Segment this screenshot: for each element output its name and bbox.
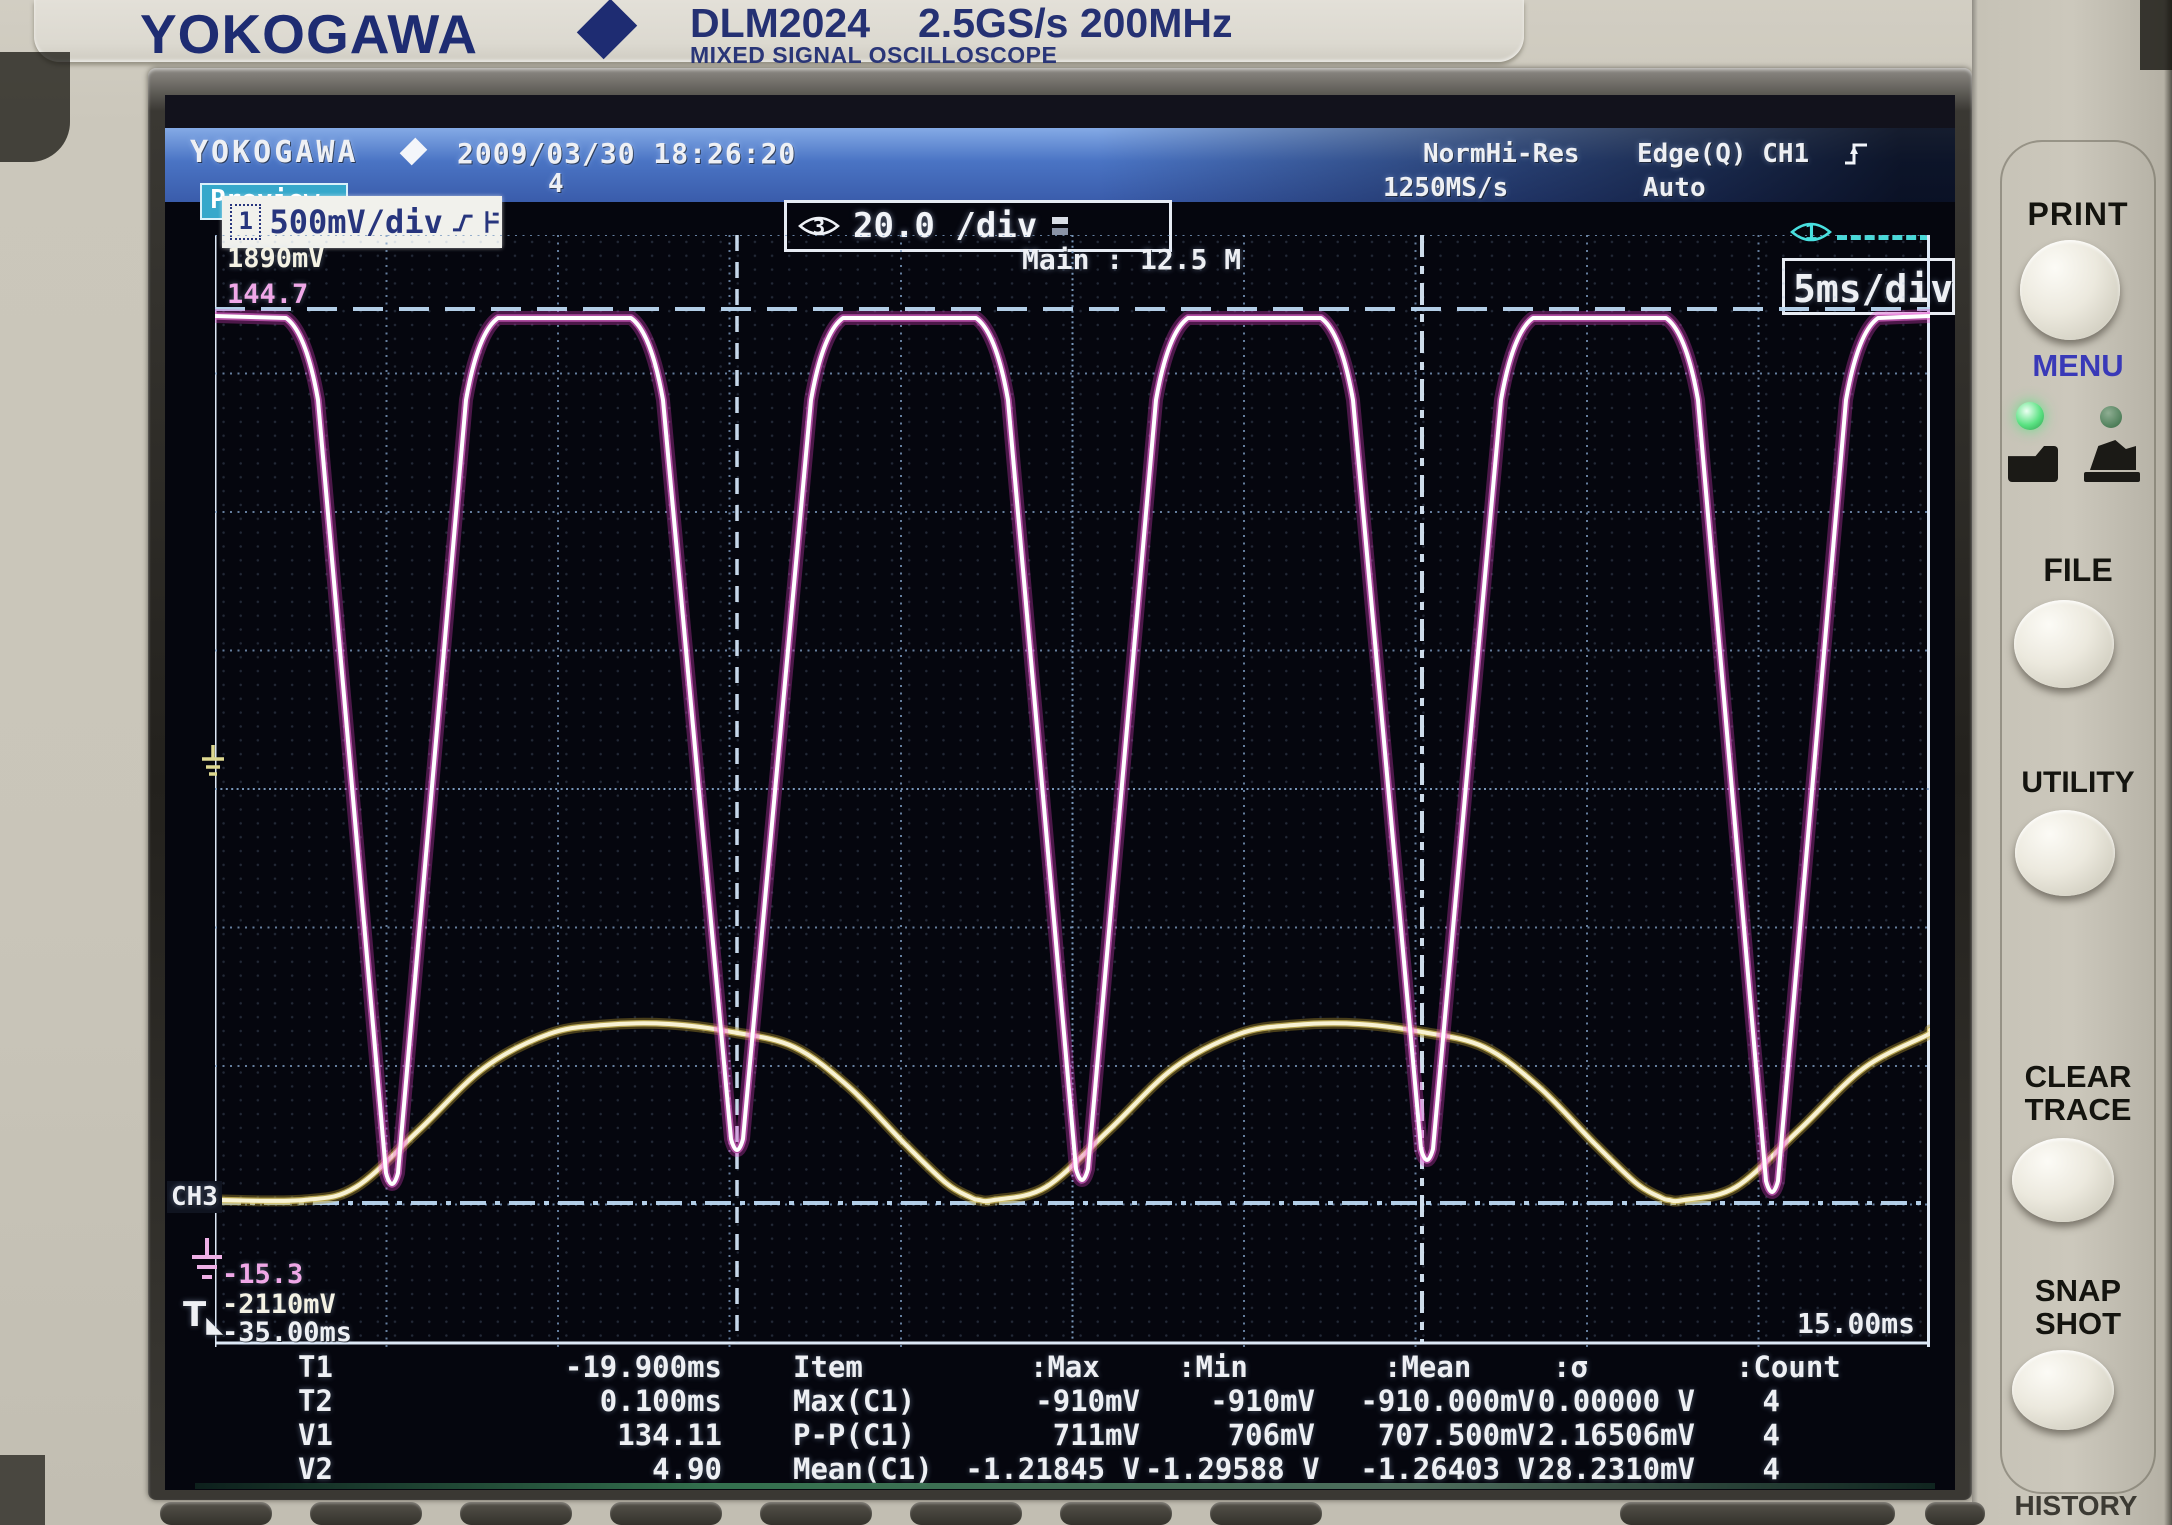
- trigger-source: Edge(Q) CH1: [1637, 139, 1809, 169]
- front-panel-knob[interactable]: [610, 1502, 722, 1525]
- time-right-label: 15.00ms: [1715, 1307, 1915, 1340]
- oscilloscope-device: YOKOGAWA DLM2024 2.5GS/s 200MHz MIXED SI…: [0, 0, 2172, 1525]
- col-header-mean: :Mean: [1384, 1350, 1471, 1384]
- cursor-label: V2: [298, 1452, 333, 1486]
- photo-shadow: [2140, 0, 2172, 70]
- photo-shadow: [0, 52, 70, 162]
- trigger-arrow-icon: ◣: [206, 1313, 223, 1338]
- col-header-min: :Min: [1178, 1350, 1248, 1384]
- datetime: 2009/03/30 18:26:20: [457, 137, 796, 170]
- time-left-label: -35.00ms: [222, 1317, 352, 1348]
- photo-shadow: [0, 1455, 45, 1525]
- front-panel-knob[interactable]: [910, 1502, 1022, 1525]
- led-secondary: [2100, 406, 2122, 428]
- acquisition-count: 4: [548, 169, 564, 199]
- ch3-top-range: 144.7: [227, 279, 308, 310]
- device-subtitle: MIXED SIGNAL OSCILLOSCOPE: [690, 42, 1057, 69]
- print-button[interactable]: [2020, 240, 2120, 340]
- printer-base-icon: [2084, 472, 2140, 482]
- trigger-mode: Auto: [1643, 173, 1706, 203]
- clear-trace-button[interactable]: [2012, 1138, 2114, 1222]
- cursor-value: 134.11: [455, 1418, 722, 1452]
- probe-icon: [482, 208, 502, 236]
- front-panel-knob[interactable]: [1925, 1502, 1985, 1525]
- col-header-count: :Count: [1736, 1350, 1841, 1384]
- cursor-value: -19.900ms: [455, 1350, 722, 1384]
- trigger-edge-icon: [1843, 139, 1869, 167]
- utility-button[interactable]: [2015, 810, 2115, 896]
- front-panel-knob[interactable]: [310, 1502, 422, 1525]
- front-panel-knob[interactable]: [1060, 1502, 1172, 1525]
- brand-logo: YOKOGAWA: [140, 2, 478, 66]
- col-header-item: Item: [793, 1350, 863, 1384]
- led-print-ready: [2016, 402, 2044, 430]
- menu-label: MENU: [1998, 348, 2158, 384]
- screen-top-strip: [165, 95, 1955, 128]
- sample-rate: 1250MS/s: [1383, 173, 1508, 203]
- front-panel-knob[interactable]: [160, 1502, 272, 1525]
- screen-brand: YOKOGAWA: [190, 135, 359, 170]
- front-panel-knob[interactable]: [460, 1502, 572, 1525]
- snap-shot-label: SNAPSHOT: [1998, 1274, 2158, 1340]
- col-header-max: :Max: [1030, 1350, 1100, 1384]
- col-header-sigma: :σ: [1553, 1350, 1588, 1384]
- lcd-bottom-glow: [195, 1483, 1935, 1489]
- front-panel-knob-wide[interactable]: [1620, 1502, 1895, 1525]
- coupling-icon: [451, 208, 475, 236]
- history-label: HISTORY: [1996, 1490, 2156, 1522]
- specs-label: 2.5GS/s 200MHz: [918, 0, 1233, 47]
- ch1-top-range: 1890mV: [227, 243, 325, 274]
- front-panel-knob[interactable]: [760, 1502, 872, 1525]
- cursor-label: T1: [298, 1350, 333, 1384]
- ch1-ground-icon: [199, 743, 227, 785]
- ch3-ground-icon: [187, 1235, 227, 1291]
- print-label: PRINT: [1998, 196, 2158, 233]
- acquisition-mode: NormHi-Res: [1423, 139, 1580, 169]
- cursor-value: 4.90: [455, 1452, 722, 1486]
- ch3-position-tab: CH3: [167, 1181, 222, 1213]
- front-panel-knob[interactable]: [1210, 1502, 1322, 1525]
- file-label: FILE: [1998, 552, 2158, 589]
- trigger-position-marker: T◣: [183, 1295, 223, 1338]
- file-button[interactable]: [2014, 600, 2114, 688]
- utility-label: UTILITY: [1998, 766, 2158, 800]
- model-label: DLM2024: [690, 0, 870, 47]
- clear-trace-label: CLEARTRACE: [1998, 1060, 2158, 1126]
- cursor-value: 0.100ms: [455, 1384, 722, 1418]
- ch1-bottom-range: -2110mV: [222, 1289, 336, 1320]
- cursor-label: T2: [298, 1384, 333, 1418]
- cursor-label: V1: [298, 1418, 333, 1452]
- lcd-screen: YOKOGAWA 2009/03/30 18:26:20 NormHi-Res …: [165, 95, 1955, 1490]
- snap-shot-button[interactable]: [2012, 1350, 2114, 1430]
- ch3-bottom-range: -15.3: [222, 1259, 303, 1290]
- waveform-graticule: [215, 235, 1930, 1347]
